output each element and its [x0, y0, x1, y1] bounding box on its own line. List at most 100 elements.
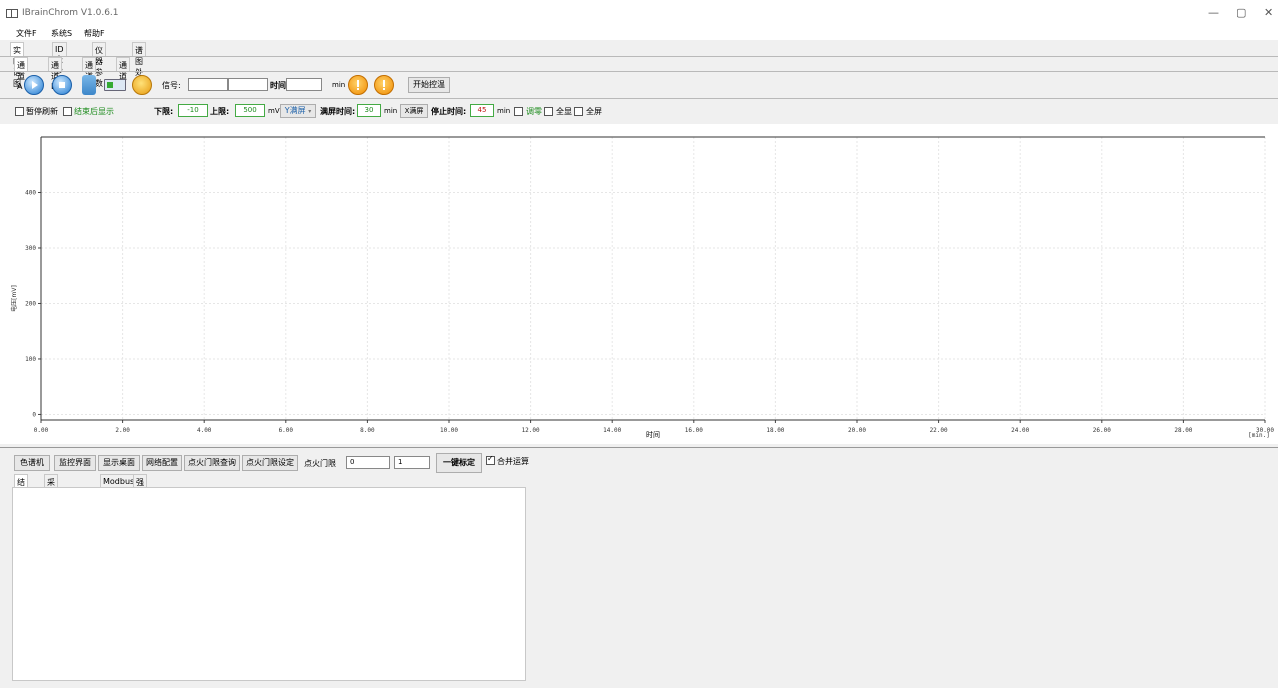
trash-icon[interactable]	[82, 75, 96, 95]
settings-icon[interactable]	[132, 75, 152, 95]
time-unit: min	[332, 81, 346, 89]
stop-time-label: 停止时间:	[431, 107, 467, 116]
minimize-button[interactable]: —	[1208, 6, 1219, 19]
toolbar: 信号: 时间 min 开始控温	[12, 74, 1278, 96]
ignition-value-1[interactable]: 0	[346, 456, 390, 469]
x-tick-label: 28.00	[1174, 427, 1192, 434]
fullscreen-label: 全屏	[586, 107, 602, 116]
tab-channel-b[interactable]: 通道B	[48, 57, 62, 91]
check-icon: ✓	[487, 454, 494, 463]
y-axis-label: 电压[mV]	[10, 285, 18, 312]
signal-label: 信号:	[162, 81, 181, 90]
play-icon[interactable]	[24, 75, 44, 95]
network-config-button[interactable]: 网络配置	[142, 455, 182, 471]
menu-file[interactable]: 文件F	[16, 28, 37, 39]
stop-icon[interactable]	[52, 75, 72, 95]
start-temp-control-button[interactable]: 开始控温	[408, 77, 450, 93]
y-tick-label: 300	[25, 245, 36, 252]
y-tick-label: 0	[32, 411, 36, 418]
ignition-set-button[interactable]: 点火门限设定	[242, 455, 298, 471]
show-after-end-label: 结束后显示	[74, 107, 114, 116]
window-title: IBrainChrom V1.0.6.1	[22, 8, 119, 18]
signal-field	[188, 78, 228, 91]
options-bar: 暂停刷新 结束后显示 下限: -10 上限: 500 mV Y满屏 ▾ 满屏时间…	[0, 104, 1278, 120]
divider	[0, 71, 1278, 72]
tab-instrument-params[interactable]: 仪器参数	[92, 42, 106, 88]
stop-time-input[interactable]: 45	[470, 104, 494, 117]
y-fullscreen-select[interactable]: Y满屏 ▾	[280, 104, 316, 118]
tab-realtime-chart[interactable]: 实时谱图	[10, 42, 24, 88]
x-tick-label: 24.00	[1011, 427, 1029, 434]
x-fullscreen-button[interactable]: X满屏	[400, 104, 428, 118]
upper-limit-label: 上限:	[210, 107, 230, 116]
chart-svg: 0.00 2.00 4.00 6.00 8.00 10.00 12.00 14.00 16.00…	[10, 136, 1274, 439]
app-icon	[6, 9, 18, 18]
divider	[0, 98, 1278, 99]
y-tick-label: 400	[25, 189, 36, 196]
tab-id-table[interactable]: ID表参数	[52, 42, 67, 86]
menu-bar: 文件F 系统S 帮助F	[0, 26, 1278, 40]
mv-unit: mV	[268, 107, 280, 115]
x-tick-label: 22.00	[930, 427, 948, 434]
bottom-toolbar: 色谱机 监控界面 显示桌面 网络配置 点火门限查询 点火门限设定 点火门限 0 …	[0, 453, 1278, 473]
y-tick-label: 200	[25, 300, 36, 307]
tab-modbus[interactable]: Modbus	[100, 474, 138, 488]
ignition-threshold-label: 点火门限	[304, 459, 336, 468]
tune-zero-checkbox[interactable]	[514, 107, 523, 116]
alert-icon[interactable]	[348, 75, 368, 95]
fullscreen-checkbox[interactable]	[574, 107, 583, 116]
show-after-end-checkbox[interactable]	[63, 107, 72, 116]
merge-checkbox[interactable]: ✓	[486, 454, 495, 465]
tab-chart-processing[interactable]: 谱图处理	[132, 42, 146, 88]
show-desktop-button[interactable]: 显示桌面	[98, 455, 140, 471]
menu-system[interactable]: 系统S	[51, 28, 72, 39]
pause-refresh-label: 暂停刷新	[26, 107, 58, 116]
x-tick-label: 26.00	[1093, 427, 1111, 434]
chromatograph-button[interactable]: 色谱机	[14, 455, 50, 471]
result-panel[interactable]	[12, 487, 526, 681]
pause-refresh-checkbox[interactable]	[15, 107, 24, 116]
time-field	[286, 78, 322, 91]
full-time-unit: min	[384, 107, 398, 115]
tab-channel-c[interactable]: 通道C	[82, 57, 96, 91]
maximize-button[interactable]: ▢	[1236, 6, 1246, 19]
chromatogram-chart[interactable]: 0.00 2.00 4.00 6.00 8.00 10.00 12.00 14.00 16.00…	[0, 124, 1278, 444]
tab-strong-peak[interactable]: 强检峰	[133, 474, 147, 509]
tune-zero-label: 调零	[526, 107, 542, 116]
menu-help[interactable]: 帮助F	[84, 28, 105, 39]
x-tick-label: 8.00	[360, 427, 375, 434]
y-tick-label: 100	[25, 356, 36, 363]
x-tick-label: 2.00	[115, 427, 130, 434]
x-tick-label: 0.00	[34, 427, 49, 434]
show-all-checkbox[interactable]	[544, 107, 553, 116]
signal-field-2	[228, 78, 268, 91]
ignition-query-button[interactable]: 点火门限查询	[184, 455, 240, 471]
tab-result[interactable]: 结果	[14, 474, 28, 498]
title-bar: IBrainChrom V1.0.6.1 — ▢ ✕	[0, 0, 1278, 26]
y-fullscreen-label: Y满屏	[284, 106, 306, 115]
x-tick-label: 18.00	[766, 427, 784, 434]
tab-channel-a[interactable]: 通道A	[14, 57, 28, 91]
lower-limit-input[interactable]: -10	[178, 104, 208, 117]
x-tick-label: 6.00	[279, 427, 294, 434]
tab-sampling-timing[interactable]: 采样时序设定	[44, 474, 58, 542]
monitor-button[interactable]: 监控界面	[54, 455, 96, 471]
upper-limit-input[interactable]: 500	[235, 104, 265, 117]
full-time-input[interactable]: 30	[357, 104, 381, 117]
x-tick-label: 16.00	[685, 427, 703, 434]
tab-channel-d[interactable]: 通道D	[116, 57, 130, 91]
one-click-calibrate-button[interactable]: 一键标定	[436, 453, 482, 473]
x-tick-label: 4.00	[197, 427, 212, 434]
data-icon[interactable]	[104, 79, 126, 91]
ignition-value-2[interactable]: 1	[394, 456, 430, 469]
divider	[0, 56, 1278, 57]
plot-area	[41, 137, 1265, 420]
x-tick-label: 10.00	[440, 427, 458, 434]
x-tick-label: 14.00	[603, 427, 621, 434]
x-tick-label: 20.00	[848, 427, 866, 434]
alert-icon-2[interactable]	[374, 75, 394, 95]
time-label: 时间	[270, 81, 286, 90]
close-button[interactable]: ✕	[1264, 6, 1273, 19]
splitter[interactable]	[0, 447, 1278, 448]
lower-limit-label: 下限:	[154, 107, 174, 116]
